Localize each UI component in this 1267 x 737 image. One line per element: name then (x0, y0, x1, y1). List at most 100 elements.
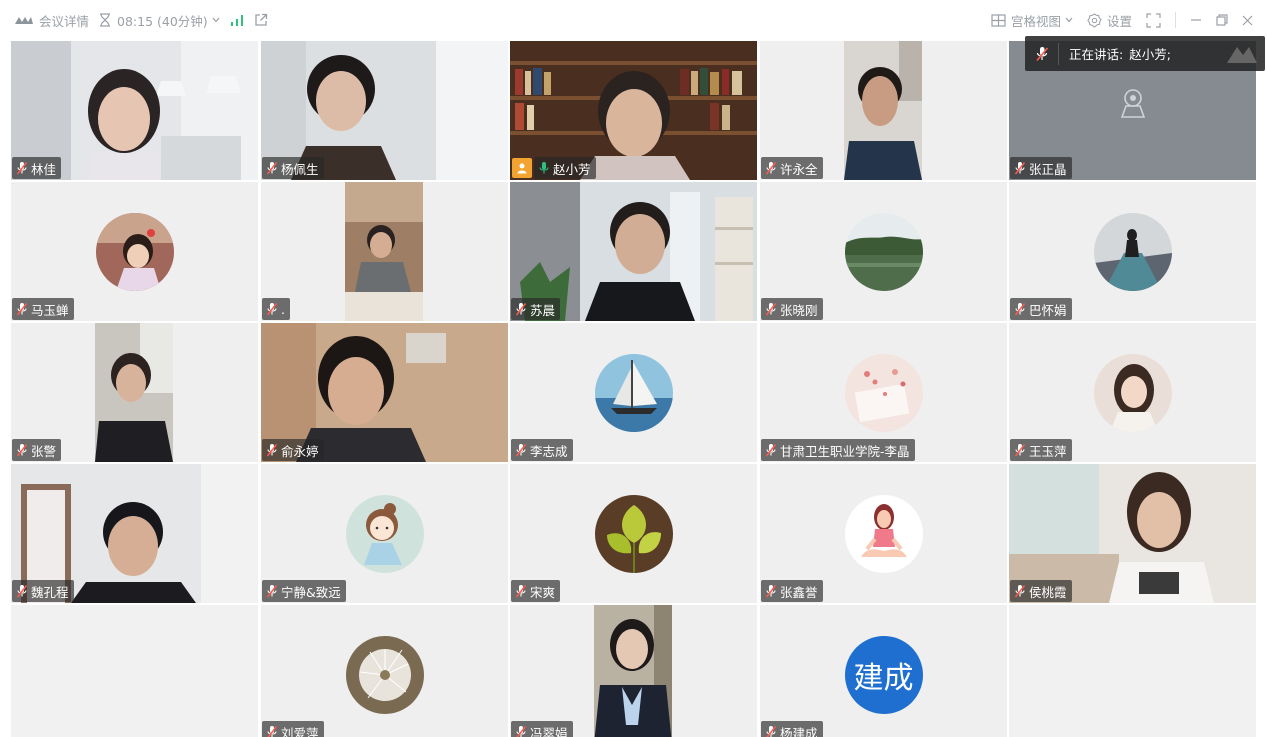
mic-muted-icon (16, 584, 28, 598)
participant-video (345, 182, 423, 321)
panel-decoration (1223, 43, 1259, 65)
app-logo-icon (14, 14, 34, 26)
participant-name: 苏晨 (530, 302, 556, 318)
participant-text-avatar: 建成 (844, 635, 923, 714)
participant-name: 王玉萍 (1029, 443, 1067, 459)
mic-muted-icon (1014, 443, 1026, 457)
participant-tile[interactable]: 魏孔程 (11, 464, 258, 603)
participant-tile[interactable]: 宋爽 (510, 464, 757, 603)
meeting-details-button[interactable]: 会议详情 (14, 0, 89, 40)
participant-tile-speaking[interactable]: 赵小芳 (510, 41, 757, 180)
mic-muted-icon (765, 302, 777, 316)
settings-label: 设置 (1106, 13, 1132, 29)
participant-nametag: 张晓刚 (761, 298, 823, 320)
participant-avatar (594, 353, 673, 432)
participant-tile[interactable]: 俞永婷 (261, 323, 508, 462)
mic-muted-icon (266, 161, 278, 175)
fullscreen-icon[interactable] (1146, 0, 1161, 40)
meeting-timer[interactable]: 08:15 (40分钟) (99, 0, 220, 40)
participant-nametag: 魏孔程 (12, 580, 74, 602)
participant-tile[interactable]: 张晓刚 (760, 182, 1007, 321)
participant-avatar (594, 494, 673, 573)
participant-name: 林佳 (31, 161, 57, 177)
mic-muted-icon (16, 443, 28, 457)
mic-muted-icon (16, 302, 28, 316)
participant-avatar (844, 353, 923, 432)
minimize-icon[interactable] (1190, 0, 1202, 40)
participant-name: 张鑫誉 (780, 584, 818, 600)
meeting-timer-text: 08:15 (40分钟) (117, 13, 208, 29)
participant-name: 许永全 (780, 161, 818, 177)
participant-tile[interactable]: 马玉蝉 (11, 182, 258, 321)
close-icon[interactable] (1242, 0, 1253, 40)
participant-tile[interactable]: 宁静&致远 (261, 464, 508, 603)
participant-tile[interactable]: 刘爱萍 (261, 605, 508, 737)
mic-muted-icon (266, 584, 278, 598)
speaking-now-name: 赵小芳; (1129, 47, 1171, 62)
participant-name: 巴怀娟 (1029, 302, 1067, 318)
participant-tile[interactable]: 林佳 (11, 41, 258, 180)
mic-muted-icon (266, 725, 278, 737)
settings-button[interactable]: 设置 (1087, 0, 1132, 40)
participant-tile[interactable]: 李志成 (510, 323, 757, 462)
restore-icon[interactable] (1216, 0, 1228, 40)
participant-nametag: 王玉萍 (1010, 439, 1072, 461)
network-signal-icon[interactable] (230, 0, 244, 40)
participant-name: 李志成 (530, 443, 568, 459)
mic-muted-icon (515, 302, 527, 316)
participant-nametag: 杨佩生 (262, 157, 324, 179)
participant-tile[interactable]: 杨佩生 (261, 41, 508, 180)
layout-grid-button[interactable]: 宫格视图 (991, 0, 1073, 40)
toolbar-divider (1175, 12, 1176, 28)
video-grid: 林佳 杨佩生 赵小芳 许永全 张正晶 马玉蝉 . 苏晨 张晓刚 巴怀娟 张警 俞… (11, 41, 1257, 737)
top-bar: 会议详情 08:15 (40分钟) 宫格视图 设置 (0, 0, 1267, 40)
participant-tile[interactable]: 冯翠娟 (510, 605, 757, 737)
share-external-icon[interactable] (254, 0, 268, 40)
participant-tile[interactable]: 建成 杨建成 (760, 605, 1007, 737)
empty-tile (11, 605, 258, 737)
participant-nametag: 侯桃霞 (1010, 580, 1072, 602)
participant-nametag: 赵小芳 (534, 157, 596, 179)
participant-tile[interactable]: 王玉萍 (1009, 323, 1256, 462)
speaking-now-label: 正在讲话: (1069, 47, 1124, 62)
participant-nametag: 马玉蝉 (12, 298, 74, 320)
mic-muted-icon (266, 443, 278, 457)
mic-muted-icon (266, 302, 278, 316)
chevron-down-icon (1065, 17, 1073, 23)
participant-name: 张晓刚 (780, 302, 818, 318)
gear-icon (1087, 12, 1102, 28)
participant-nametag: 杨建成 (761, 721, 823, 737)
participant-name: 刘爱萍 (281, 725, 319, 737)
meeting-window: 会议详情 08:15 (40分钟) 宫格视图 设置 正在讲话: 赵小芳; 林佳 … (0, 0, 1267, 737)
mic-muted-icon (765, 161, 777, 175)
participant-nametag: 张鑫誉 (761, 580, 823, 602)
participant-name: 宁静&致远 (281, 584, 341, 600)
participant-tile[interactable]: 巴怀娟 (1009, 182, 1256, 321)
participant-tile[interactable]: 张鑫誉 (760, 464, 1007, 603)
mic-muted-icon (765, 443, 777, 457)
mic-muted-icon (765, 725, 777, 737)
camera-off-icon (1118, 87, 1148, 123)
chevron-down-icon (212, 17, 220, 23)
mic-muted-icon (1014, 584, 1026, 598)
participant-avatar (95, 212, 174, 291)
participant-tile[interactable]: . (261, 182, 508, 321)
participant-avatar (844, 494, 923, 573)
mic-muted-icon (1014, 302, 1026, 316)
participant-nametag: 甘肃卫生职业学院-李晶 (761, 439, 915, 461)
mic-muted-icon (515, 725, 527, 737)
participant-nametag: 宋爽 (511, 580, 561, 602)
participant-tile[interactable]: 许永全 (760, 41, 1007, 180)
mic-active-icon (538, 161, 550, 175)
participant-nametag: 巴怀娟 (1010, 298, 1072, 320)
participant-tile[interactable]: 苏晨 (510, 182, 757, 321)
participant-tile[interactable]: 张警 (11, 323, 258, 462)
participant-name: 甘肃卫生职业学院-李晶 (780, 443, 910, 459)
participant-nametag: 苏晨 (511, 298, 561, 320)
participant-tile[interactable]: 甘肃卫生职业学院-李晶 (760, 323, 1007, 462)
participant-avatar (345, 635, 424, 714)
participant-name: 宋爽 (530, 584, 556, 600)
mic-muted-icon (1014, 161, 1026, 175)
participant-nametag: . (262, 298, 290, 320)
participant-tile[interactable]: 侯桃霞 (1009, 464, 1256, 603)
